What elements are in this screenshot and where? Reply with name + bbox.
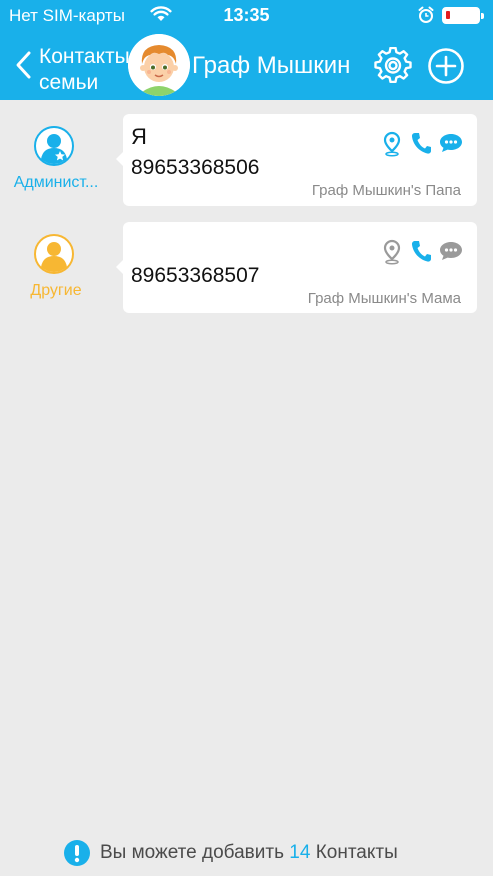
back-chevron-icon [14,50,32,85]
other-user-icon [34,234,74,274]
phone-icon[interactable] [410,131,432,160]
settings-gear-icon[interactable] [374,46,412,90]
contact-relation: Граф Мышкин's Папа [311,182,461,199]
contact-card[interactable]: 89653368507 Граф Мышкин's Мама [116,222,477,313]
chat-bubble-icon[interactable] [438,131,464,160]
contact-name: Я [131,124,147,149]
status-bar: Нет SIM-карты 13:35 [0,0,493,32]
admin-user-icon [34,126,74,166]
child-avatar[interactable] [128,34,190,96]
alarm-icon [418,6,434,29]
chat-bubble-icon[interactable] [438,239,464,268]
role-label: Другие [30,282,82,299]
footer-hint: Вы можете добавить 14 Контакты [0,838,493,868]
add-circle-icon[interactable] [427,47,465,90]
contact-card[interactable]: Я 89653368506 Граф Мышкин's Папа [116,114,477,206]
contact-row[interactable]: Админист... Я 89653368506 Граф Мышкин's … [0,114,493,206]
contact-relation: Граф Мышкин's Мама [307,290,461,307]
location-pin-icon[interactable] [382,131,402,162]
contact-row[interactable]: Другие 89653368507 Граф Мышкин's Мама [0,222,493,313]
back-button[interactable]: Контакты семьи [14,44,134,94]
info-icon [63,839,91,872]
page-title: Граф Мышкин [192,52,351,79]
role-label: Админист... [13,174,99,191]
footer-count: 14 [289,842,311,863]
footer-prefix: Вы можете добавить [100,842,284,863]
nav-bar: Контакты семьи Граф Мышкин [0,32,493,100]
phone-icon[interactable] [410,239,432,268]
footer-suffix: Контакты [315,842,398,863]
location-pin-icon[interactable] [382,239,402,270]
back-label: Контакты семьи [39,45,130,94]
battery-icon [442,7,484,24]
top-bar: Нет SIM-карты 13:35 Контакты семьи Граф … [0,0,493,100]
footer-message: Вы можете добавить 14 Контакты [100,842,398,864]
contact-phone: 89653368506 [131,156,260,179]
contact-phone: 89653368507 [131,264,260,287]
